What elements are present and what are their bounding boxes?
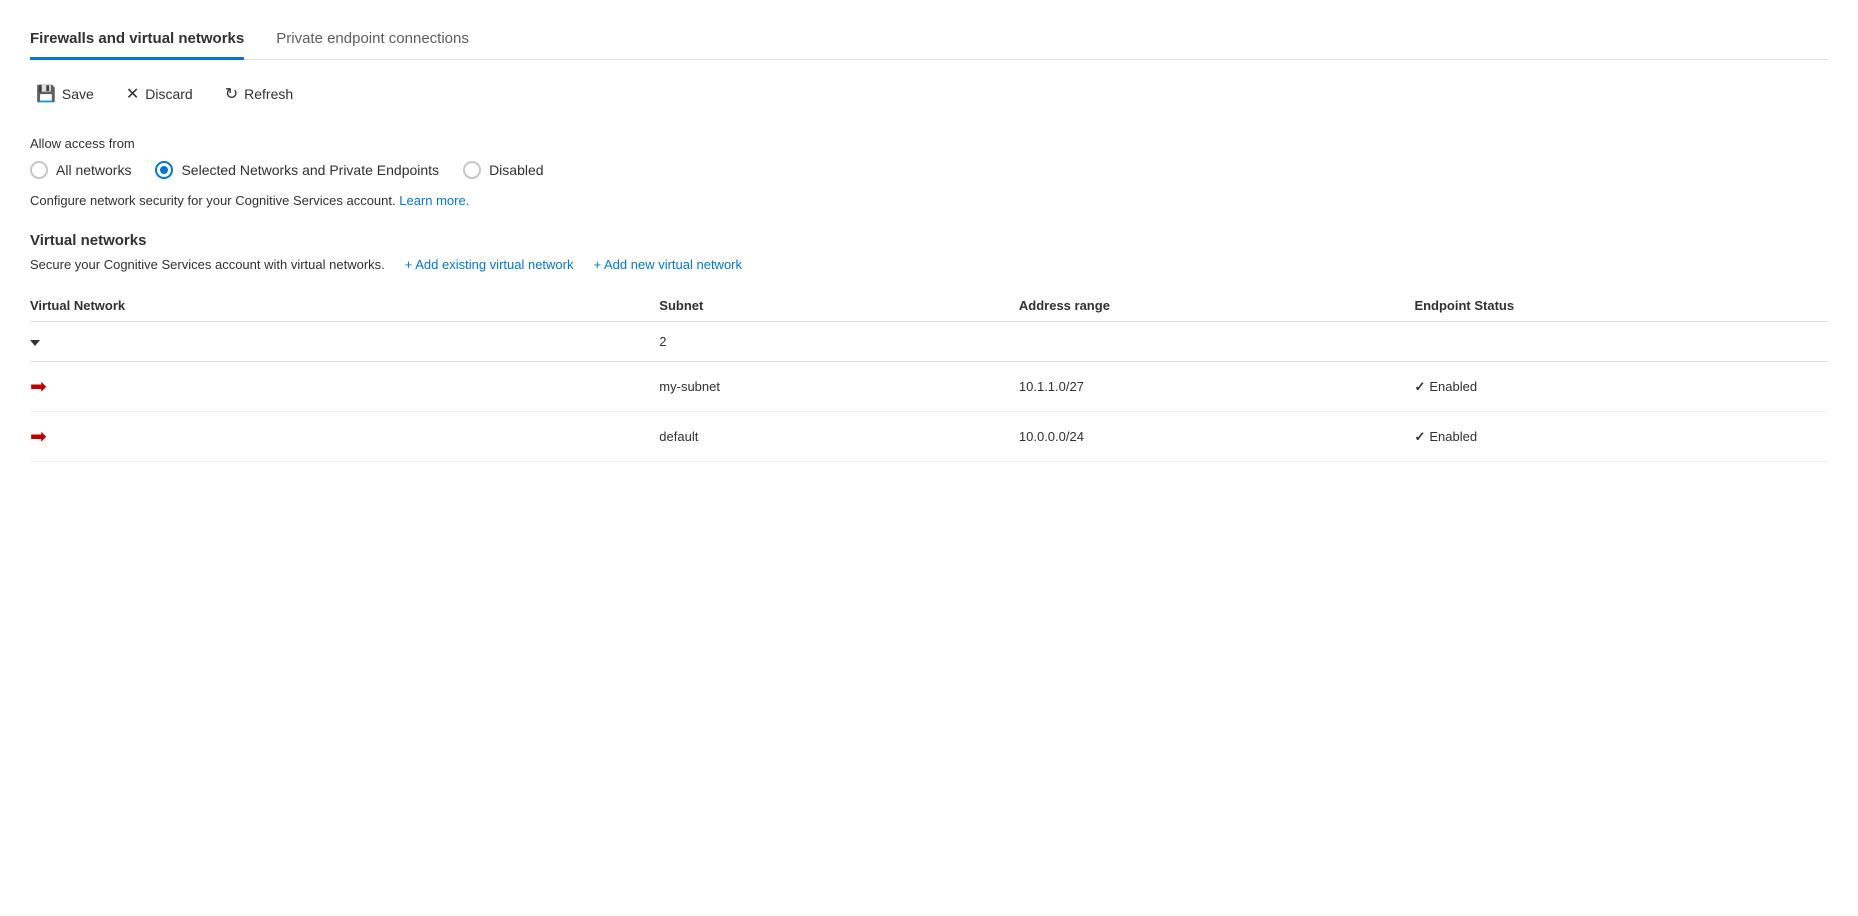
radio-selected-label: Selected Networks and Private Endpoints bbox=[181, 162, 439, 178]
virtual-networks-section: Virtual networks Secure your Cognitive S… bbox=[30, 232, 1828, 462]
row1-status-cell: ✓ Enabled bbox=[1414, 362, 1828, 412]
radio-disabled-label: Disabled bbox=[489, 162, 543, 178]
add-new-vnet-button[interactable]: + Add new virtual network bbox=[594, 257, 743, 272]
row1-subnet-cell: my-subnet bbox=[659, 362, 1019, 412]
refresh-icon: ↻ bbox=[225, 84, 238, 104]
checkmark-icon-1: ✓ bbox=[1414, 379, 1425, 395]
radio-all-networks[interactable]: All networks bbox=[30, 161, 131, 179]
save-button[interactable]: 💾 Save bbox=[30, 80, 100, 108]
row1-addr-cell: 10.1.1.0/27 bbox=[1019, 362, 1415, 412]
allow-access-label: Allow access from bbox=[30, 136, 1828, 151]
tab-bar: Firewalls and virtual networks Private e… bbox=[30, 20, 1828, 60]
radio-circle-all bbox=[30, 161, 48, 179]
discard-icon: ✕ bbox=[126, 84, 139, 104]
vnet-subtitle: Secure your Cognitive Services account w… bbox=[30, 257, 385, 272]
group-row-count-cell: 2 bbox=[659, 322, 1019, 362]
group-row-status-cell bbox=[1414, 322, 1828, 362]
tab-private-endpoints[interactable]: Private endpoint connections bbox=[276, 20, 469, 60]
row2-vnet-cell: ➡ bbox=[30, 412, 659, 462]
checkmark-icon-2: ✓ bbox=[1414, 429, 1425, 445]
toolbar: 💾 Save ✕ Discard ↻ Refresh bbox=[30, 80, 1828, 108]
table-group-row: 2 bbox=[30, 322, 1828, 362]
group-row-addr-cell bbox=[1019, 322, 1415, 362]
arrow-icon-1: ➡ bbox=[30, 374, 47, 399]
col-header-vnet: Virtual Network bbox=[30, 290, 659, 322]
chevron-down-icon[interactable] bbox=[30, 340, 40, 346]
table-header-row: Virtual Network Subnet Address range End… bbox=[30, 290, 1828, 322]
radio-circle-selected bbox=[155, 161, 173, 179]
discard-button[interactable]: ✕ Discard bbox=[120, 80, 199, 108]
subnet-count: 2 bbox=[659, 334, 666, 349]
table-row: ➡ my-subnet 10.1.1.0/27 ✓ Enabled bbox=[30, 362, 1828, 412]
row2-status-cell: ✓ Enabled bbox=[1414, 412, 1828, 462]
group-row-chevron-cell bbox=[30, 322, 659, 362]
radio-dot-selected bbox=[160, 166, 168, 174]
tab-firewalls[interactable]: Firewalls and virtual networks bbox=[30, 20, 244, 60]
status-enabled-1: ✓ Enabled bbox=[1414, 379, 1816, 395]
radio-circle-disabled bbox=[463, 161, 481, 179]
allow-access-section: Allow access from All networks Selected … bbox=[30, 136, 1828, 208]
row2-subnet-cell: default bbox=[659, 412, 1019, 462]
table-row: ➡ default 10.0.0.0/24 ✓ Enabled bbox=[30, 412, 1828, 462]
access-radio-group: All networks Selected Networks and Priva… bbox=[30, 161, 1828, 179]
save-icon: 💾 bbox=[36, 84, 56, 104]
learn-more-link[interactable]: Learn more. bbox=[399, 193, 469, 208]
virtual-networks-title: Virtual networks bbox=[30, 232, 1828, 249]
radio-selected-networks[interactable]: Selected Networks and Private Endpoints bbox=[155, 161, 439, 179]
vnet-table: Virtual Network Subnet Address range End… bbox=[30, 290, 1828, 462]
radio-disabled[interactable]: Disabled bbox=[463, 161, 543, 179]
row2-addr-cell: 10.0.0.0/24 bbox=[1019, 412, 1415, 462]
col-header-status: Endpoint Status bbox=[1414, 290, 1828, 322]
row1-vnet-cell: ➡ bbox=[30, 362, 659, 412]
status-enabled-2: ✓ Enabled bbox=[1414, 429, 1816, 445]
col-header-subnet: Subnet bbox=[659, 290, 1019, 322]
add-existing-vnet-button[interactable]: + Add existing virtual network bbox=[405, 257, 574, 272]
vnet-subheader: Secure your Cognitive Services account w… bbox=[30, 257, 1828, 272]
arrow-icon-2: ➡ bbox=[30, 424, 47, 449]
description-text: Configure network security for your Cogn… bbox=[30, 193, 1828, 208]
col-header-addr: Address range bbox=[1019, 290, 1415, 322]
refresh-button[interactable]: ↻ Refresh bbox=[219, 80, 299, 108]
radio-all-label: All networks bbox=[56, 162, 131, 178]
